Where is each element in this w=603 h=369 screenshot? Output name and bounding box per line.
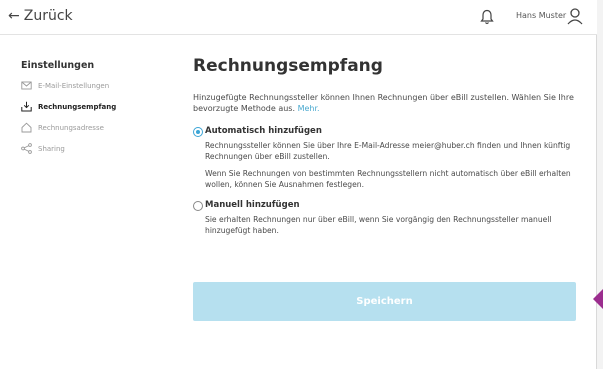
share-icon [21,143,32,154]
option-manual: Manuell hinzufügen Sie erhalten Rechnung… [193,200,578,236]
top-bar: ← Zurück Hans Muster [0,0,597,35]
intro-text: Hinzugefügte Rechnungssteller können Ihn… [193,92,578,114]
inbox-download-icon [21,101,32,112]
user-icon[interactable] [566,7,584,25]
radio-manual[interactable] [193,201,203,211]
pointer-marker [593,289,603,309]
back-label: Zurück [23,8,73,24]
sidebar-item-sharing[interactable]: Sharing [21,141,161,156]
sidebar-item-label: Rechnungsadresse [38,123,104,132]
page: ← Zurück Hans Muster Einstellungen E-Mai… [0,0,597,369]
option-description: Wenn Sie Rechnungen von bestimmten Rechn… [205,169,571,189]
save-button[interactable]: Speichern [193,282,576,321]
sidebar-item-label: E-Mail-Einstellungen [38,81,110,90]
option-title[interactable]: Manuell hinzufügen [205,200,578,210]
option-title[interactable]: Automatisch hinzufügen [205,126,578,136]
option-description: Sie erhalten Rechnungen nur über eBill, … [205,215,552,235]
page-title: Rechnungsempfang [193,56,383,76]
sidebar-item-billing-address[interactable]: Rechnungsadresse [21,120,161,135]
envelope-icon [21,81,32,90]
more-link[interactable]: Mehr. [298,104,320,113]
user-name[interactable]: Hans Muster [516,11,566,20]
radio-automatic[interactable] [193,127,203,137]
sidebar-item-email-settings[interactable]: E-Mail-Einstellungen [21,78,161,93]
sidebar-item-invoice-receipt[interactable]: Rechnungsempfang [21,99,161,114]
intro-body: Hinzugefügte Rechnungssteller können Ihn… [193,93,574,113]
sidebar-item-label: Rechnungsempfang [38,102,117,111]
home-icon [21,122,32,133]
sidebar-item-label: Sharing [38,144,65,153]
option-description: Rechnungssteller können Sie über Ihre E-… [205,141,571,161]
bell-icon[interactable] [480,9,494,25]
option-automatic: Automatisch hinzufügen Rechnungssteller … [193,126,578,190]
settings-sidebar: Einstellungen E-Mail-Einstellungen Rechn… [21,60,161,162]
arrow-left-icon: ← [8,8,20,24]
back-button[interactable]: ← Zurück [8,8,73,24]
sidebar-title: Einstellungen [21,60,95,71]
main-content: Rechnungsempfang Hinzugefügte Rechnungss… [193,56,578,246]
